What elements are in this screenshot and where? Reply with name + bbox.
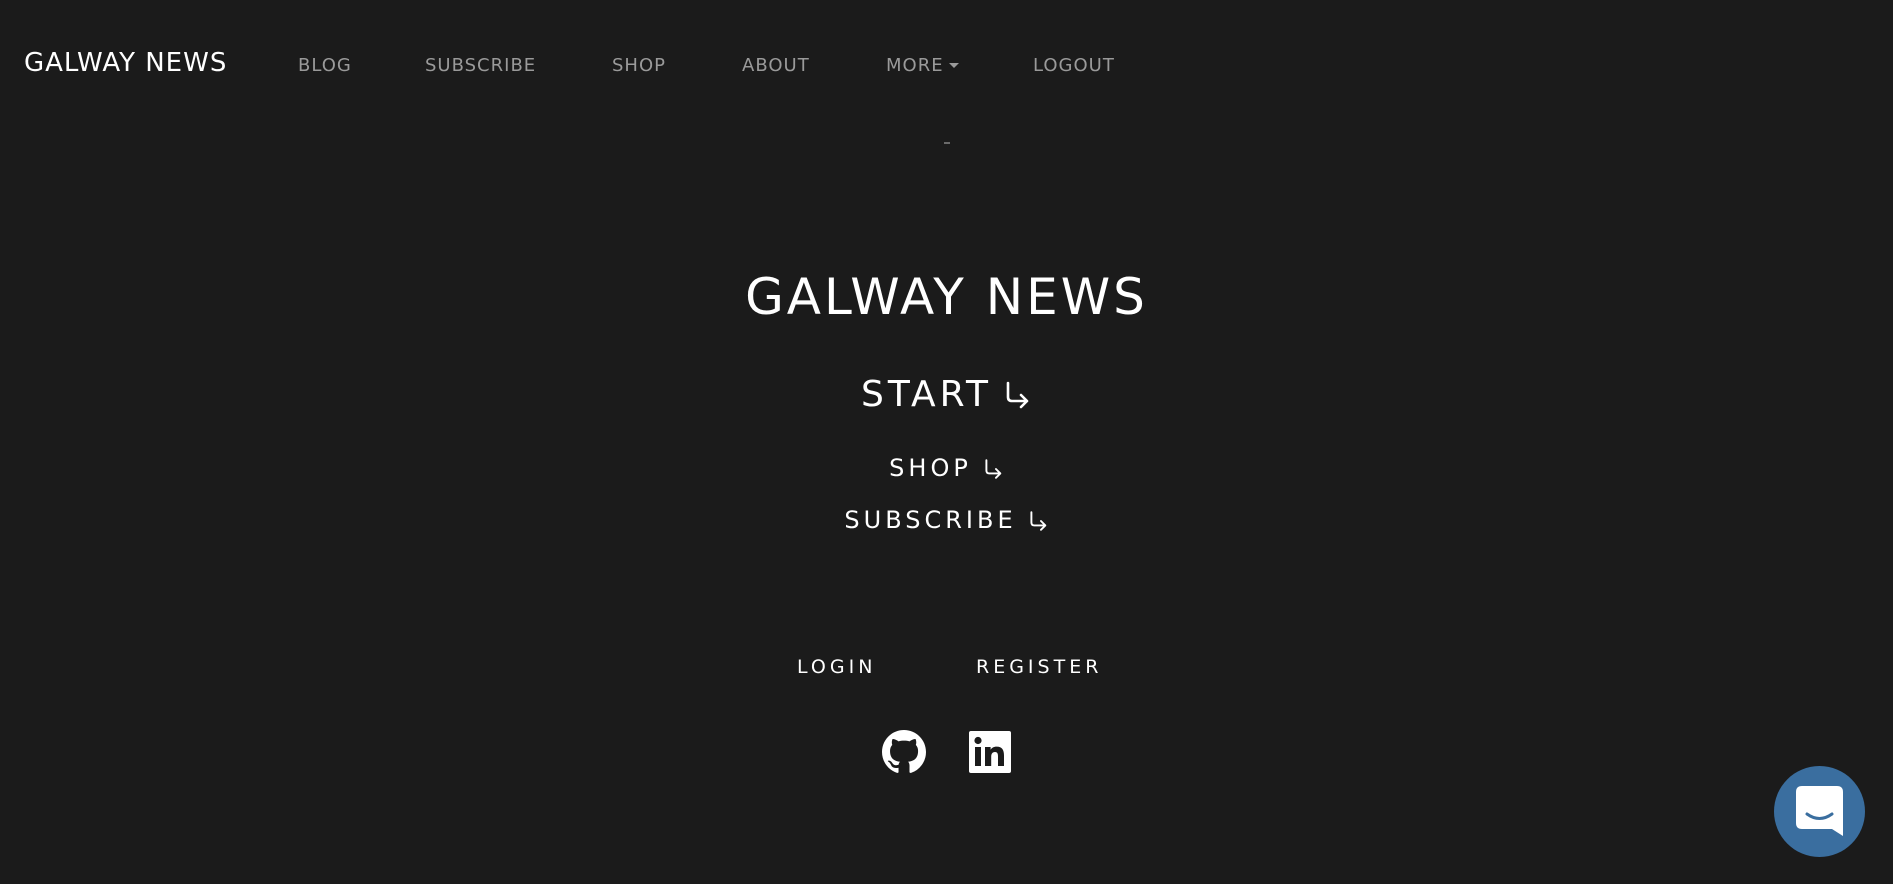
shop-link-label: SHOP	[889, 454, 972, 482]
chat-button[interactable]	[1774, 766, 1865, 857]
arrow-down-right-icon	[1006, 381, 1029, 409]
nav-dropdown-more[interactable]: MORE	[886, 55, 959, 76]
subscribe-link-label: SUBSCRIBE	[844, 506, 1017, 534]
github-icon[interactable]	[882, 730, 926, 774]
brand-link[interactable]: GALWAY NEWS	[24, 48, 227, 78]
subscribe-link[interactable]: SUBSCRIBE	[0, 506, 1893, 534]
nav-link-logout[interactable]: LOGOUT	[1033, 55, 1115, 76]
start-link-label: START	[860, 374, 993, 415]
nav-link-subscribe[interactable]: SUBSCRIBE	[425, 55, 536, 76]
page-title: GALWAY NEWS	[745, 268, 1148, 326]
nav-link-blog[interactable]: BLOG	[298, 55, 352, 76]
register-link[interactable]: REGISTER	[976, 656, 1102, 678]
arrow-down-right-icon	[985, 459, 1002, 479]
shop-link[interactable]: SHOP	[0, 454, 1893, 482]
arrow-down-right-icon	[1030, 511, 1046, 531]
nav-link-about[interactable]: ABOUT	[742, 55, 810, 76]
chat-icon	[1796, 786, 1843, 836]
nav-link-shop[interactable]: SHOP	[612, 55, 666, 76]
nav-link-more-label: MORE	[886, 55, 944, 76]
login-link[interactable]: LOGIN	[797, 656, 876, 678]
caret-down-icon	[948, 63, 959, 68]
start-link[interactable]: START	[0, 374, 1893, 415]
linkedin-icon[interactable]	[968, 730, 1012, 774]
divider-dash	[944, 142, 950, 144]
navbar: GALWAY NEWS BLOG SUBSCRIBE SHOP ABOUT MO…	[0, 0, 1893, 130]
